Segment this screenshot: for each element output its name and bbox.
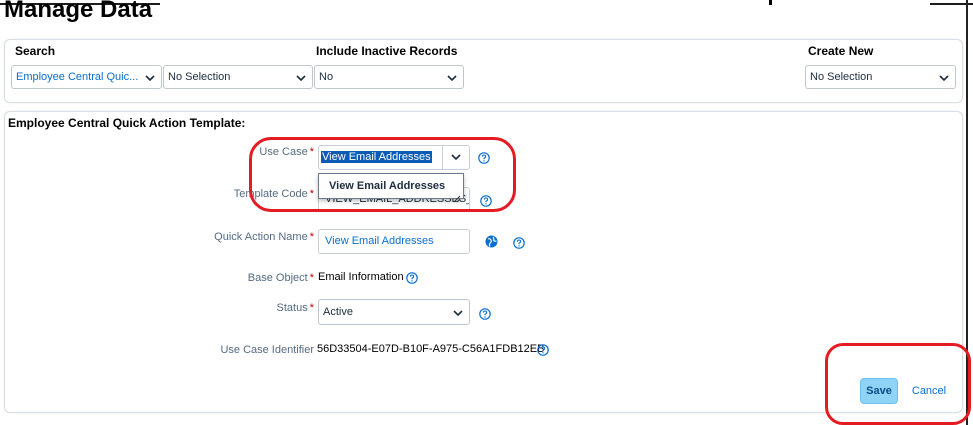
- cancel-button[interactable]: Cancel: [906, 378, 952, 404]
- page-title: Manage Data: [4, 0, 153, 23]
- quick-action-name-field[interactable]: View Email Addresses: [318, 229, 470, 254]
- quick-action-name-label: Quick Action Name *: [214, 231, 314, 243]
- help-icon[interactable]: [537, 343, 549, 356]
- chevron-down-icon: [446, 72, 458, 84]
- include-inactive-label: Include Inactive Records: [316, 44, 458, 58]
- base-object-label: Base Object *: [247, 272, 314, 284]
- use-case-select[interactable]: View Email Addresses: [318, 145, 470, 170]
- help-icon[interactable]: [479, 307, 491, 320]
- required-marker: *: [309, 188, 314, 200]
- required-marker: *: [309, 302, 314, 314]
- chevron-down-icon: [452, 307, 464, 319]
- required-marker: *: [309, 231, 314, 243]
- chevron-down-icon: [144, 72, 156, 84]
- window-right-edge: [966, 0, 968, 425]
- chevron-down-icon: [450, 151, 462, 163]
- resize-grip-icon[interactable]: [453, 188, 461, 203]
- use-case-identifier-label: Use Case Identifier: [220, 344, 314, 356]
- chevron-down-icon: [938, 72, 950, 84]
- help-icon[interactable]: [480, 194, 492, 207]
- required-marker: *: [309, 146, 314, 158]
- search-item-value: No Selection: [168, 71, 231, 83]
- search-panel: Search Include Inactive Records Create N…: [4, 39, 963, 103]
- create-new-value: No Selection: [810, 71, 873, 83]
- use-case-dropdown-toggle[interactable]: [442, 146, 469, 169]
- search-type-select[interactable]: Employee Central Quic...: [11, 65, 162, 89]
- help-icon[interactable]: [406, 271, 418, 284]
- create-new-label: Create New: [808, 44, 874, 58]
- status-select[interactable]: Active: [318, 299, 470, 325]
- help-icon[interactable]: [513, 236, 525, 249]
- template-code-label: Template Code *: [233, 188, 314, 200]
- status-value: Active: [323, 306, 353, 318]
- use-case-identifier-value: 56D33504-E07D-B10F-A975-C56A1FDB12EB: [317, 343, 545, 355]
- use-case-label: Use Case *: [259, 146, 314, 158]
- status-label: Status *: [276, 302, 314, 314]
- globe-icon[interactable]: [485, 235, 498, 248]
- help-icon[interactable]: [478, 151, 490, 164]
- include-inactive-value: No: [319, 71, 334, 83]
- search-label: Search: [15, 44, 56, 58]
- quick-action-name-value: View Email Addresses: [325, 235, 434, 247]
- include-inactive-select[interactable]: No: [314, 65, 464, 89]
- base-object-value: Email Information: [318, 271, 404, 283]
- form-heading: Employee Central Quick Action Template:: [8, 116, 246, 130]
- use-case-option[interactable]: View Email Addresses: [329, 180, 445, 192]
- create-new-select[interactable]: No Selection: [805, 65, 956, 89]
- use-case-value: View Email Addresses: [321, 151, 432, 163]
- use-case-dropdown-list[interactable]: View Email Addresses: [318, 173, 464, 203]
- window-mark: [769, 0, 772, 5]
- required-marker: *: [309, 272, 314, 284]
- save-button[interactable]: Save: [860, 378, 898, 404]
- search-type-value: Employee Central Quic...: [16, 71, 139, 83]
- search-item-select[interactable]: No Selection: [163, 65, 313, 89]
- chevron-down-icon: [295, 72, 307, 84]
- top-border-gap: [160, 3, 930, 5]
